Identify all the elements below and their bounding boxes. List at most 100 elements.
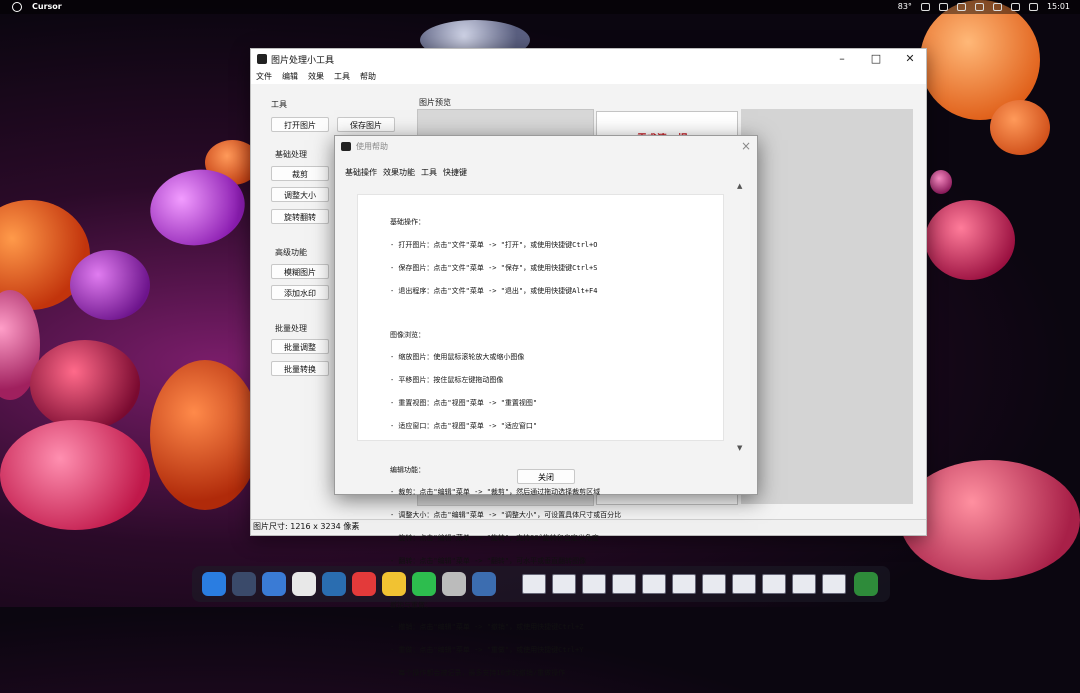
search-icon[interactable] xyxy=(1028,2,1038,11)
open-image-button[interactable]: 打开图片 xyxy=(271,117,329,132)
dock-window-thumbnail[interactable] xyxy=(792,574,816,594)
add-watermark-button[interactable]: 添加水印 xyxy=(271,285,329,300)
dock-window-thumbnail[interactable] xyxy=(612,574,636,594)
app-menu-bar: 文件 编辑 效果 工具 帮助 xyxy=(251,70,926,84)
wifi-icon[interactable] xyxy=(956,2,966,11)
dock-finder-icon[interactable] xyxy=(202,572,226,596)
help-line: - 重做：点击"编辑"菜单 -> "重做"，或使用快捷键Ctrl+Y xyxy=(390,646,584,655)
dock xyxy=(192,566,890,602)
help-line: - 每个操作都会被记录，最多支持10步的撤销/重做操作 xyxy=(390,669,566,678)
minimize-button[interactable]: – xyxy=(834,52,850,65)
dock-wechat-icon[interactable] xyxy=(412,572,436,596)
crop-button[interactable]: 裁剪 xyxy=(271,166,329,181)
dialog-close-icon[interactable]: × xyxy=(741,139,751,153)
help-line: - 保存图片：点击"文件"菜单 -> "保存"，或使用快捷键Ctrl+S xyxy=(390,263,598,272)
batch-adjust-button[interactable]: 批量调整 xyxy=(271,339,329,354)
section-heading: 撤销与重做： xyxy=(390,600,432,609)
group-label-batch: 批量处理 xyxy=(275,324,307,333)
menu-edit[interactable]: 编辑 xyxy=(282,70,298,84)
section-heading: 图像浏览： xyxy=(390,330,425,339)
active-app-name[interactable]: Cursor xyxy=(32,2,62,11)
dock-window-thumbnail[interactable] xyxy=(552,574,576,594)
dock-chrome-icon[interactable] xyxy=(292,572,316,596)
help-line: - 重置视图：点击"视图"菜单 -> "重置视图" xyxy=(390,398,538,407)
bluetooth-icon[interactable] xyxy=(938,2,948,11)
dock-trash-icon[interactable] xyxy=(854,572,878,596)
dock-window-thumbnail[interactable] xyxy=(822,574,846,594)
help-line: - 平移图片：按住鼠标左键拖动图像 xyxy=(390,376,504,385)
help-scrollbar[interactable]: ▲ ▼ xyxy=(735,182,747,452)
window-titlebar[interactable]: 图片处理小工具 – □ ✕ xyxy=(251,49,926,70)
help-line: - 裁剪：点击"编辑"菜单 -> "裁剪"，然后通过拖动选择裁剪区域 xyxy=(390,488,601,497)
dock-window-thumbnail[interactable] xyxy=(762,574,786,594)
save-image-button[interactable]: 保存图片 xyxy=(337,117,395,132)
blur-image-button[interactable]: 模糊图片 xyxy=(271,264,329,279)
help-dialog: 使用帮助 × 基础操作 效果功能 工具 快捷键 基础操作： - 打开图片：点击"… xyxy=(334,135,758,677)
resize-button[interactable]: 调整大小 xyxy=(271,187,329,202)
tab-tools[interactable]: 工具 xyxy=(421,167,437,178)
volume-icon[interactable] xyxy=(992,2,1002,11)
dock-window-thumbnail[interactable] xyxy=(672,574,696,594)
control-center-icon[interactable] xyxy=(1010,2,1020,11)
dock-window-thumbnail[interactable] xyxy=(522,574,546,594)
wallpaper-shape xyxy=(990,100,1050,155)
preview-canvas-extra[interactable] xyxy=(741,109,913,504)
menu-effects[interactable]: 效果 xyxy=(308,70,324,84)
status-area: 83° 15:01 xyxy=(898,2,1070,11)
scroll-down-icon[interactable]: ▼ xyxy=(737,444,742,452)
display-icon[interactable] xyxy=(974,2,984,11)
dock-preview-icon[interactable] xyxy=(382,572,406,596)
help-line: - 适应窗口：点击"视图"菜单 -> "适应窗口" xyxy=(390,421,538,430)
help-line: - 撤销：点击"编辑"菜单 -> "撤销"，或使用快捷键Ctrl+Z xyxy=(390,623,584,632)
window-title: 图片处理小工具 xyxy=(271,56,335,66)
menu-tools[interactable]: 工具 xyxy=(334,70,350,84)
dock-window-thumbnail[interactable] xyxy=(642,574,666,594)
help-line: - 调整大小：点击"编辑"菜单 -> "调整大小"，可设置具体尺寸或百分比 xyxy=(390,511,622,520)
dock-window-thumbnail[interactable] xyxy=(582,574,606,594)
menu-file[interactable]: 文件 xyxy=(256,70,272,84)
dock-python-icon[interactable] xyxy=(472,572,496,596)
dock-window-thumbnail[interactable] xyxy=(732,574,756,594)
tab-effects[interactable]: 效果功能 xyxy=(383,167,415,178)
wallpaper-shape xyxy=(70,250,150,320)
tab-shortcuts[interactable]: 快捷键 xyxy=(443,167,467,178)
system-logo-icon[interactable] xyxy=(12,2,22,12)
section-heading: 编辑功能： xyxy=(390,465,425,474)
dock-vscode-icon[interactable] xyxy=(322,572,346,596)
wallpaper-shape xyxy=(925,200,1015,280)
wallpaper-shape xyxy=(900,460,1080,580)
help-line: - 旋转：点击"编辑"菜单 -> "旋转"，支持90°旋转和自定义角度 xyxy=(390,533,599,542)
help-text: 基础操作： - 打开图片：点击"文件"菜单 -> "打开"，或使用快捷键Ctrl… xyxy=(390,204,621,693)
wallpaper-shape xyxy=(0,420,150,530)
dock-cube-icon[interactable] xyxy=(442,572,466,596)
dock-window-thumbnail[interactable] xyxy=(702,574,726,594)
system-menu-bar: Cursor 83° 15:01 xyxy=(0,0,1080,14)
app-icon xyxy=(257,54,267,64)
menu-help[interactable]: 帮助 xyxy=(360,70,376,84)
section-heading: 基础操作： xyxy=(390,218,425,227)
dock-launchpad-icon[interactable] xyxy=(232,572,256,596)
tab-basic-ops[interactable]: 基础操作 xyxy=(345,167,377,178)
help-text-area[interactable]: 基础操作： - 打开图片：点击"文件"菜单 -> "打开"，或使用快捷键Ctrl… xyxy=(357,194,724,677)
help-line: - 打开图片：点击"文件"菜单 -> "打开"，或使用快捷键Ctrl+O xyxy=(390,240,598,249)
weather-readout[interactable]: 83° xyxy=(898,2,912,11)
help-line: - 翻转：点击"编辑"菜单 -> "翻转"，可水平或垂直翻转图像 xyxy=(390,556,587,565)
wallpaper-shape xyxy=(30,340,140,430)
close-button[interactable]: 关闭 xyxy=(517,469,575,484)
dock-notes-icon[interactable] xyxy=(262,572,286,596)
maximize-button[interactable]: □ xyxy=(868,52,884,65)
batch-convert-button[interactable]: 批量转换 xyxy=(271,361,329,376)
help-line: - 缩放图片：使用鼠标滚轮放大或缩小图像 xyxy=(390,353,525,362)
group-label-basic: 基础处理 xyxy=(275,150,307,159)
scroll-up-icon[interactable]: ▲ xyxy=(737,182,742,190)
rotate-flip-button[interactable]: 旋转翻转 xyxy=(271,209,329,224)
group-label-advanced: 高级功能 xyxy=(275,248,307,257)
group-label-tools: 工具 xyxy=(271,100,287,109)
battery-icon[interactable] xyxy=(920,2,930,11)
wallpaper-shape xyxy=(150,360,260,510)
preview-label: 图片预览 xyxy=(419,98,451,107)
dialog-title: 使用帮助 xyxy=(356,142,388,151)
dock-music-icon[interactable] xyxy=(352,572,376,596)
close-window-button[interactable]: ✕ xyxy=(902,52,918,65)
clock[interactable]: 15:01 xyxy=(1047,2,1070,11)
